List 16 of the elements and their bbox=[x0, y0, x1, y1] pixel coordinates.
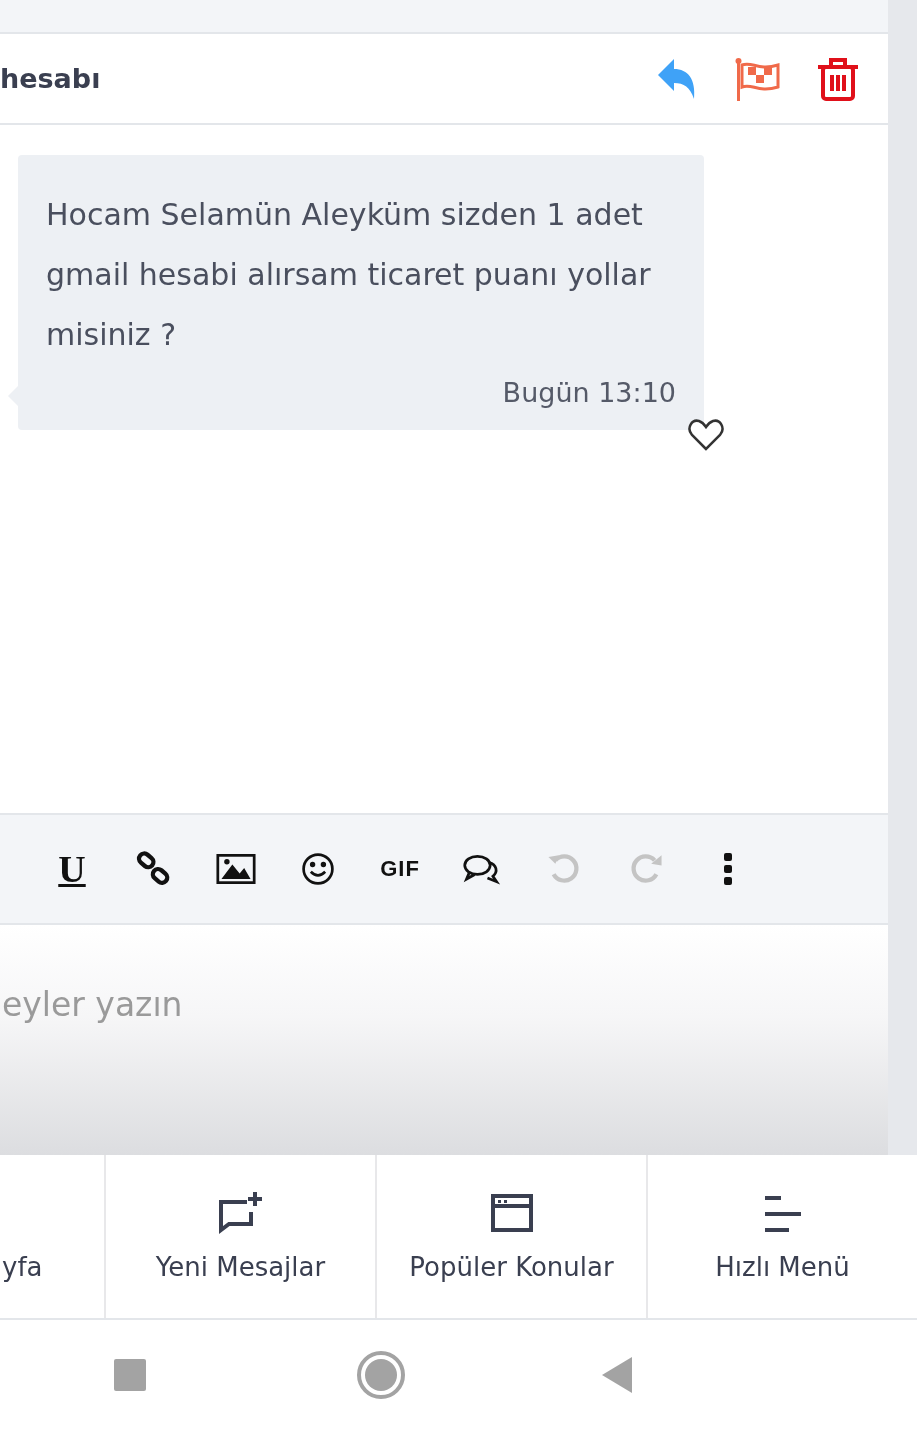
message-text: Hocam Selamün Aleyküm sizden 1 adet gmail hesabi alırsam ticaret puanı yollar misiniz ? bbox=[46, 196, 652, 354]
nav-tab[interactable]: yfa bbox=[0, 1155, 106, 1318]
home-button[interactable] bbox=[356, 1350, 406, 1400]
window-icon bbox=[488, 1192, 535, 1234]
back-button[interactable] bbox=[600, 1355, 634, 1395]
new-message-icon bbox=[216, 1190, 265, 1234]
more-icon bbox=[721, 851, 735, 887]
conversation-title: hesabı bbox=[0, 63, 101, 94]
underline-button[interactable]: U bbox=[52, 847, 92, 891]
smile-icon bbox=[300, 851, 336, 887]
like-button[interactable] bbox=[688, 418, 724, 452]
scrollbar[interactable] bbox=[888, 0, 917, 1155]
message-time: Bugün 13:10 bbox=[501, 377, 676, 408]
gif-button[interactable]: GIF bbox=[380, 847, 420, 891]
message-input[interactable]: eyler yazın bbox=[0, 985, 702, 1024]
recent-apps-button[interactable] bbox=[112, 1357, 148, 1393]
